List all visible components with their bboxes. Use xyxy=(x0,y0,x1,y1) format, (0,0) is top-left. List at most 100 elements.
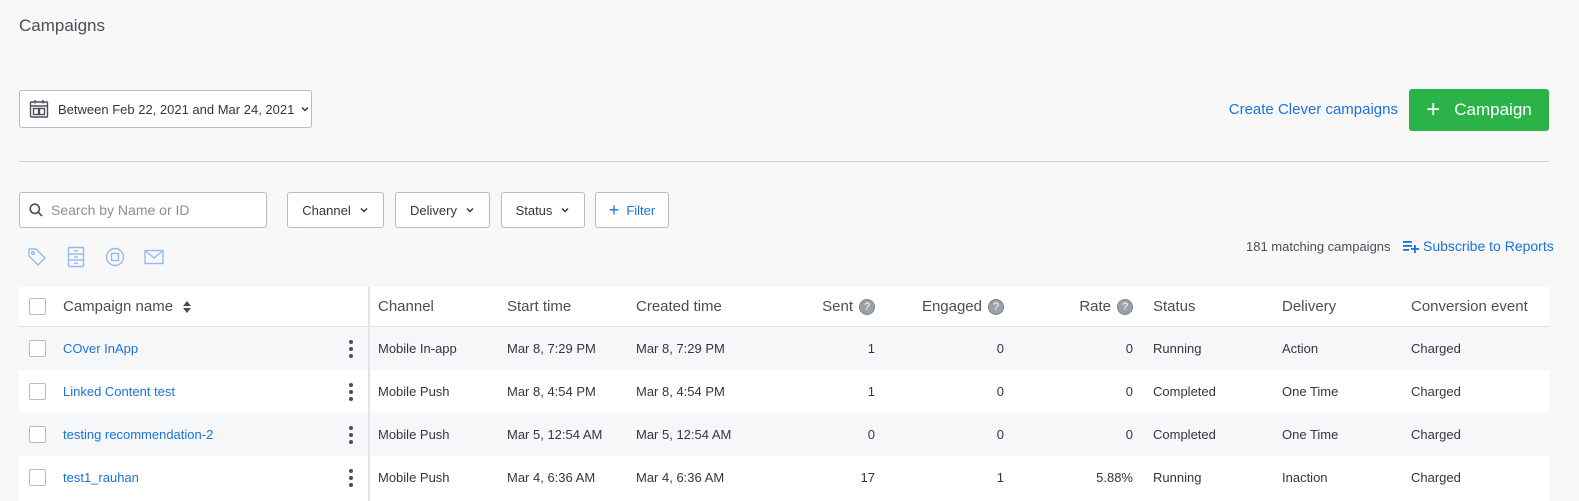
campaigns-table: Campaign name Channel Start time Created… xyxy=(19,287,1549,501)
calendar-icon xyxy=(29,99,49,119)
campaign-name-link[interactable]: COver InApp xyxy=(63,341,138,356)
cell-created-time: Mar 8, 4:54 PM xyxy=(636,384,725,399)
status-filter-dropdown[interactable]: Status xyxy=(501,192,585,228)
cell-delivery: One Time xyxy=(1282,384,1339,399)
cell-conversion-event: Charged xyxy=(1411,470,1461,485)
tag-icon[interactable] xyxy=(27,246,47,268)
cell-delivery: Action xyxy=(1282,341,1319,356)
cell-engaged: 0 xyxy=(996,427,1004,442)
date-range-label: Between Feb 22, 2021 and Mar 24, 2021 xyxy=(58,101,295,117)
header-sent: Sent ? xyxy=(755,287,875,326)
header-engaged: Engaged ? xyxy=(884,287,1004,326)
cell-status: Completed xyxy=(1153,427,1216,442)
matching-campaigns-count: 181 matching campaigns xyxy=(1246,239,1391,254)
cell-sent: 1 xyxy=(867,384,875,399)
date-range-picker[interactable]: Between Feb 22, 2021 and Mar 24, 2021 xyxy=(19,90,312,128)
cell-rate: 0 xyxy=(1125,427,1133,442)
chevron-down-icon xyxy=(359,205,369,215)
cell-delivery: Inaction xyxy=(1282,470,1328,485)
status-filter-label: Status xyxy=(515,202,553,218)
header-campaign-name[interactable]: Campaign name xyxy=(63,287,192,326)
more-vertical-icon[interactable] xyxy=(344,413,358,456)
create-clever-campaigns-link[interactable]: Create Clever campaigns xyxy=(1229,101,1398,118)
help-icon[interactable]: ? xyxy=(859,298,875,315)
help-icon[interactable]: ? xyxy=(988,298,1004,315)
header-conversion-event: Conversion event xyxy=(1411,298,1528,315)
cell-status: Running xyxy=(1153,470,1202,485)
cell-rate: 5.88% xyxy=(1096,470,1133,485)
row-checkbox-cell xyxy=(29,456,46,499)
cell-conversion-event: Charged xyxy=(1411,341,1461,356)
add-filter-label: Filter xyxy=(626,202,656,218)
delivery-filter-label: Delivery xyxy=(410,202,457,218)
cell-engaged: 0 xyxy=(996,384,1004,399)
header-status: Status xyxy=(1153,298,1196,315)
section-divider xyxy=(19,161,1549,162)
table-row[interactable]: testing recommendation-2 Mobile Push Mar… xyxy=(19,413,1549,456)
row-checkbox[interactable] xyxy=(29,383,46,400)
header-delivery: Delivery xyxy=(1282,298,1337,315)
table-row[interactable]: COver InApp Mobile In-app Mar 8, 7:29 PM… xyxy=(19,327,1549,370)
table-header: Campaign name Channel Start time Created… xyxy=(19,287,1549,327)
table-row[interactable]: Linked Content test Mobile Push Mar 8, 4… xyxy=(19,370,1549,413)
cell-start-time: Mar 8, 4:54 PM xyxy=(507,384,596,399)
channel-filter-label: Channel xyxy=(302,202,351,218)
cell-rate: 0 xyxy=(1125,384,1133,399)
add-campaign-label: Campaign xyxy=(1454,100,1532,119)
stop-icon[interactable] xyxy=(105,246,125,268)
row-checkbox-cell xyxy=(29,370,46,413)
plus-icon: + xyxy=(608,200,620,220)
playlist-add-icon xyxy=(1403,239,1419,253)
cell-start-time: Mar 8, 7:29 PM xyxy=(507,341,596,356)
cell-engaged: 0 xyxy=(996,341,1004,356)
chevron-down-icon xyxy=(300,104,310,114)
search-icon xyxy=(29,203,43,217)
header-rate-label: Rate xyxy=(1079,298,1111,315)
cell-status: Completed xyxy=(1153,384,1216,399)
more-vertical-icon[interactable] xyxy=(344,327,358,370)
row-checkbox[interactable] xyxy=(29,426,46,443)
cell-channel: Mobile Push xyxy=(378,384,450,399)
more-vertical-icon[interactable] xyxy=(344,456,358,499)
chevron-down-icon xyxy=(560,205,570,215)
chevron-down-icon xyxy=(465,205,475,215)
bulk-actions-toolbar xyxy=(27,246,183,268)
more-vertical-icon[interactable] xyxy=(344,370,358,413)
cell-start-time: Mar 4, 6:36 AM xyxy=(507,470,596,485)
campaign-name-link[interactable]: testing recommendation-2 xyxy=(63,427,213,442)
add-filter-button[interactable]: + Filter xyxy=(595,192,669,228)
cell-rate: 0 xyxy=(1125,341,1133,356)
sort-icon[interactable] xyxy=(182,300,192,314)
header-created-time: Created time xyxy=(636,298,722,315)
subscribe-to-reports-link[interactable]: Subscribe to Reports xyxy=(1403,238,1554,254)
select-all-checkbox[interactable] xyxy=(29,298,46,315)
page-title: Campaigns xyxy=(19,16,105,35)
header-start-time: Start time xyxy=(507,298,572,315)
subscribe-label: Subscribe to Reports xyxy=(1423,238,1554,254)
cell-engaged: 1 xyxy=(996,470,1004,485)
table-row[interactable]: test1_rauhan Mobile Push Mar 4, 6:36 AM … xyxy=(19,456,1549,499)
cell-created-time: Mar 8, 7:29 PM xyxy=(636,341,725,356)
header-checkbox-cell xyxy=(29,287,46,326)
cell-conversion-event: Charged xyxy=(1411,427,1461,442)
row-checkbox-cell xyxy=(29,413,46,456)
header-sent-label: Sent xyxy=(822,298,853,315)
cell-delivery: One Time xyxy=(1282,427,1339,442)
cell-sent: 17 xyxy=(860,470,875,485)
row-checkbox[interactable] xyxy=(29,469,46,486)
add-campaign-button[interactable]: + Campaign xyxy=(1409,89,1549,131)
delivery-filter-dropdown[interactable]: Delivery xyxy=(395,192,490,228)
campaign-name-link[interactable]: test1_rauhan xyxy=(63,470,139,485)
search-input[interactable] xyxy=(51,202,251,218)
search-box[interactable] xyxy=(19,192,267,228)
cell-created-time: Mar 4, 6:36 AM xyxy=(636,470,725,485)
archive-icon[interactable] xyxy=(66,246,86,268)
help-icon[interactable]: ? xyxy=(1117,298,1133,315)
header-channel: Channel xyxy=(378,298,434,315)
campaign-name-link[interactable]: Linked Content test xyxy=(63,384,175,399)
cell-conversion-event: Charged xyxy=(1411,384,1461,399)
channel-filter-dropdown[interactable]: Channel xyxy=(287,192,384,228)
row-checkbox[interactable] xyxy=(29,340,46,357)
mail-icon[interactable] xyxy=(144,246,164,268)
row-checkbox-cell xyxy=(29,327,46,370)
